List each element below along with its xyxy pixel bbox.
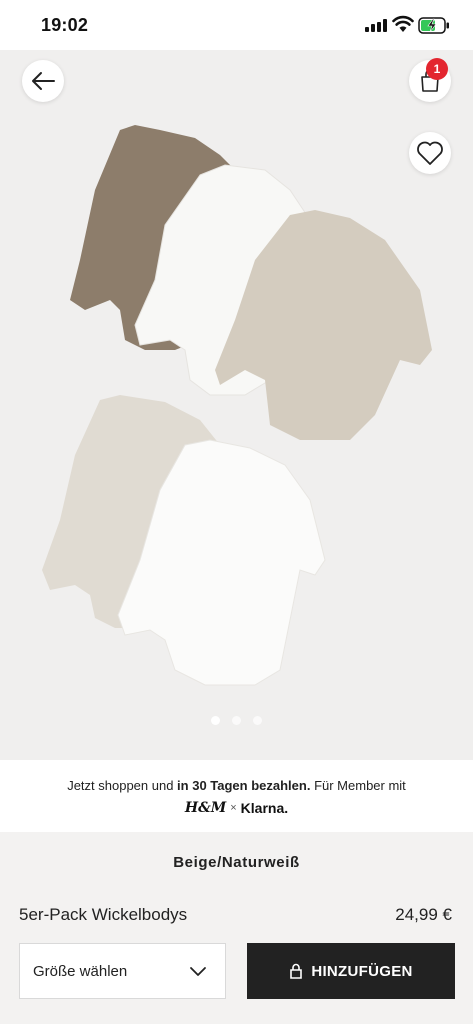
product-price: 24,99 € xyxy=(395,905,452,924)
product-title: 5er-Pack Wickelbodys xyxy=(19,905,188,924)
wifi-icon xyxy=(392,15,414,32)
add-to-bag-label: HINZUFÜGEN xyxy=(311,962,413,980)
back-button[interactable] xyxy=(22,60,64,102)
klarna-logo: Klarna. xyxy=(240,800,289,816)
klarna-text-end: Für Member mit xyxy=(310,778,406,793)
chevron-down-icon xyxy=(190,967,206,976)
klarna-text-bold: in 30 Tagen bezahlen. xyxy=(177,778,311,793)
pagination-dot-1[interactable] xyxy=(211,716,220,725)
pagination-dot-2[interactable] xyxy=(232,716,241,725)
status-time: 19:02 xyxy=(41,15,89,35)
klarna-banner[interactable]: Jetzt shoppen und in 30 Tagen bezahlen. … xyxy=(0,760,473,832)
times-symbol: × xyxy=(230,802,237,814)
image-pagination xyxy=(0,716,473,728)
battery-icon xyxy=(418,17,449,34)
cellular-signal-icon xyxy=(365,19,387,32)
klarna-text-start: Jetzt shoppen und xyxy=(67,778,178,793)
klarna-text: Jetzt shoppen und in 30 Tagen bezahlen. … xyxy=(0,778,473,793)
add-to-bag-button[interactable]: HINZUFÜGEN xyxy=(247,943,455,999)
size-select-label: Größe wählen xyxy=(33,962,128,980)
color-name: Beige/Naturweiß xyxy=(173,854,300,871)
pagination-dot-3[interactable] xyxy=(253,716,262,725)
klarna-brand: H&M × Klarna. xyxy=(0,800,473,816)
bag-count-badge: 1 xyxy=(426,58,448,80)
arrow-left-icon xyxy=(32,72,55,90)
product-image-gallery[interactable]: 1 xyxy=(0,50,473,760)
favorite-button[interactable] xyxy=(409,132,451,174)
product-photo xyxy=(0,50,473,760)
heart-icon xyxy=(417,141,443,165)
status-bar: 19:02 xyxy=(0,0,473,50)
hm-logo: H&M xyxy=(184,800,227,816)
size-select[interactable]: Größe wählen xyxy=(19,943,226,999)
lock-icon xyxy=(290,963,303,979)
